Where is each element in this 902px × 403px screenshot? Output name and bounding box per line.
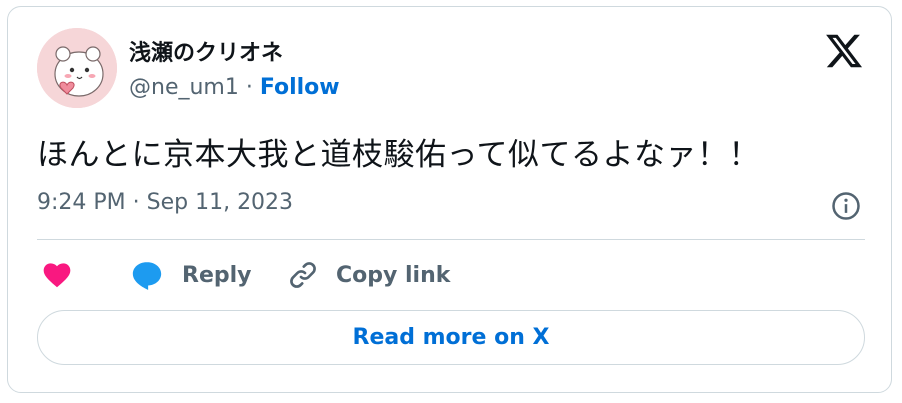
divider — [37, 239, 865, 240]
handle-separator: · — [238, 75, 260, 100]
author-handle-line: @ne_um1 · Follow — [129, 75, 340, 100]
post-timestamp[interactable]: 9:24 PM · Sep 11, 2023 — [37, 190, 293, 215]
copy-link-button[interactable]: Copy link — [287, 255, 450, 295]
author-handle[interactable]: @ne_um1 — [129, 75, 239, 100]
author-display-name[interactable]: 浅瀬のクリオネ — [129, 35, 283, 67]
reply-label: Reply — [182, 262, 252, 288]
heart-icon — [43, 263, 71, 288]
reply-bubble-icon — [132, 262, 162, 290]
copy-link-label: Copy link — [336, 262, 451, 288]
info-icon[interactable] — [831, 191, 861, 221]
follow-link[interactable]: Follow — [260, 75, 340, 100]
avatar[interactable] — [37, 28, 117, 108]
reply-button[interactable]: Reply — [130, 255, 252, 295]
embedded-post-card: 浅瀬のクリオネ @ne_um1 · Follow ほんとに京本大我と道枝駿佑って… — [7, 6, 892, 393]
avatar-character-icon — [37, 28, 117, 108]
post-text: ほんとに京本大我と道枝駿佑って似てるよなァ！！ — [37, 137, 760, 173]
link-icon — [290, 262, 316, 288]
like-button[interactable] — [41, 255, 73, 295]
read-more-button[interactable]: Read more on X — [37, 310, 865, 365]
read-more-label: Read more on X — [352, 325, 550, 350]
x-logo-icon[interactable] — [824, 31, 864, 71]
